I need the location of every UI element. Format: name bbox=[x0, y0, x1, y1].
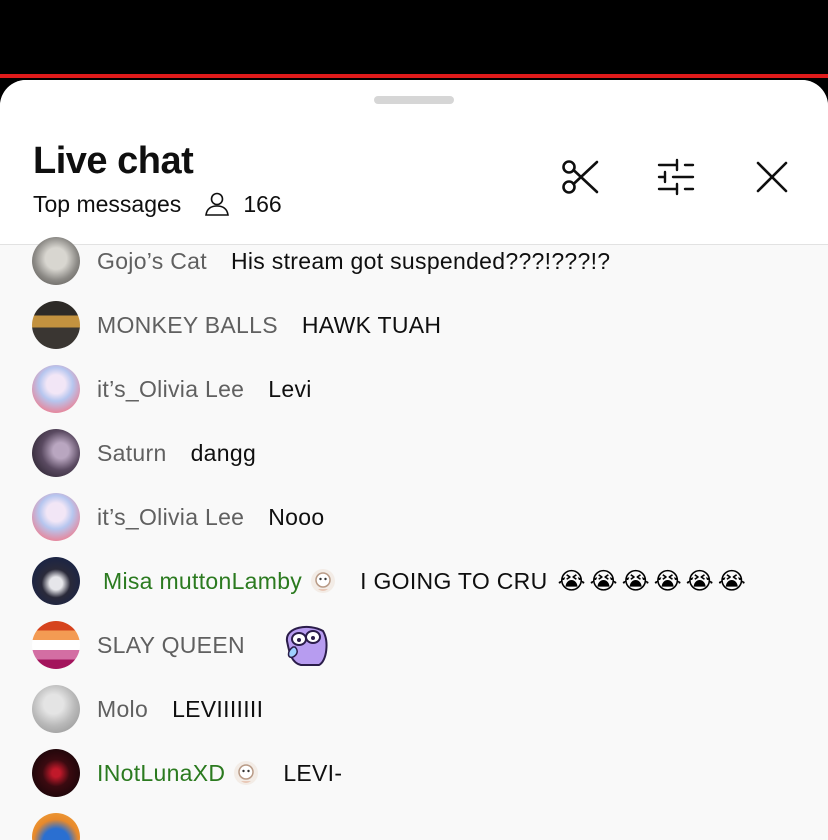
avatar[interactable] bbox=[32, 365, 80, 413]
chat-message[interactable]: Molo LEVIIIIIII bbox=[0, 685, 828, 733]
crying-emoji-icon: 😭 bbox=[653, 567, 682, 595]
crying-emoji-icon: 😭 bbox=[589, 567, 618, 595]
avatar[interactable] bbox=[32, 429, 80, 477]
sliders-icon bbox=[655, 156, 697, 203]
filter-button[interactable] bbox=[653, 156, 699, 202]
chat-message[interactable]: INotLunaXD LEVI- bbox=[0, 749, 828, 797]
message-text: dangg bbox=[190, 439, 257, 466]
video-progress-bar[interactable] bbox=[0, 74, 828, 78]
message-content: MONKEY BALLS HAWK TUAH bbox=[97, 312, 441, 339]
avatar[interactable] bbox=[32, 301, 80, 349]
message-text: Levi bbox=[268, 375, 312, 402]
avatar[interactable] bbox=[32, 621, 80, 669]
chat-message[interactable]: Gojo’s Cat His stream got suspended???!?… bbox=[0, 237, 828, 285]
chat-message[interactable]: Saturn dangg bbox=[0, 429, 828, 477]
message-content: it’s_Olivia Lee Nooo bbox=[97, 504, 324, 531]
crying-emoji-icon: 😭 bbox=[557, 567, 586, 595]
avatar[interactable] bbox=[32, 493, 80, 541]
crying-emoji-icon: 😭 bbox=[621, 567, 650, 595]
scissors-icon bbox=[559, 156, 601, 203]
author-name[interactable]: it’s_Olivia Lee bbox=[97, 504, 244, 531]
chat-message[interactable]: MONKEY BALLS HAWK TUAH bbox=[0, 301, 828, 349]
chat-message[interactable]: it’s_Olivia Lee Nooo bbox=[0, 493, 828, 541]
author-name[interactable]: it’s_Olivia Lee bbox=[97, 376, 244, 403]
avatar[interactable] bbox=[32, 749, 80, 797]
message-text: His stream got suspended???!???!? bbox=[230, 247, 611, 274]
chat-mode-label[interactable]: Top messages bbox=[33, 191, 181, 218]
chat-message[interactable]: SLAY QUEEN bbox=[0, 621, 828, 669]
video-player-area[interactable] bbox=[0, 0, 828, 80]
chat-message[interactable]: it’s_Olivia Lee Levi bbox=[0, 365, 828, 413]
sticker-icon bbox=[279, 619, 331, 671]
message-text: I GOING TO CRU bbox=[360, 567, 548, 594]
member-badge-icon bbox=[233, 760, 259, 786]
avatar[interactable] bbox=[32, 237, 80, 285]
live-chat-panel: Live chat Top messages 166 Gojo’s Cat Hi… bbox=[0, 80, 828, 840]
author-name[interactable]: Gojo’s Cat bbox=[97, 248, 207, 275]
chat-message-partial[interactable] bbox=[0, 813, 828, 840]
message-text: LEVIIIIIII bbox=[172, 695, 264, 722]
message-text: HAWK TUAH bbox=[301, 311, 442, 338]
message-content: INotLunaXD LEVI- bbox=[97, 760, 342, 787]
chat-header: Live chat Top messages 166 bbox=[0, 80, 828, 245]
chat-message[interactable]: Misa muttonLamby I GOING TO CRU 😭 😭 😭 😭 … bbox=[0, 557, 828, 605]
message-content: it’s_Olivia Lee Levi bbox=[97, 376, 312, 403]
author-name[interactable]: INotLunaXD bbox=[97, 760, 225, 787]
avatar[interactable] bbox=[32, 685, 80, 733]
member-badge-icon bbox=[310, 568, 336, 594]
message-content: Molo LEVIIIIIII bbox=[97, 696, 263, 723]
viewer-count: 166 bbox=[243, 190, 282, 217]
message-content: Saturn dangg bbox=[97, 440, 256, 467]
message-text: Nooo bbox=[268, 503, 325, 530]
avatar[interactable] bbox=[32, 813, 80, 840]
chat-mode-row[interactable]: Top messages 166 bbox=[33, 188, 282, 220]
person-icon bbox=[203, 190, 231, 218]
close-icon bbox=[752, 157, 792, 202]
chat-title: Live chat bbox=[33, 140, 194, 182]
author-name[interactable]: SLAY QUEEN bbox=[97, 632, 245, 659]
clip-button[interactable] bbox=[557, 156, 603, 202]
author-name[interactable]: Misa muttonLamby bbox=[103, 568, 302, 595]
drag-handle[interactable] bbox=[374, 96, 454, 104]
avatar[interactable] bbox=[32, 557, 80, 605]
close-button[interactable] bbox=[749, 156, 795, 202]
crying-emoji-icon: 😭 bbox=[717, 567, 746, 595]
author-name[interactable]: Saturn bbox=[97, 440, 167, 467]
message-content: Gojo’s Cat His stream got suspended???!?… bbox=[97, 248, 610, 275]
message-content: SLAY QUEEN bbox=[97, 619, 331, 671]
message-text: LEVI- bbox=[283, 759, 343, 786]
message-content: Misa muttonLamby I GOING TO CRU 😭 😭 😭 😭 … bbox=[103, 567, 746, 596]
crying-emoji-icon: 😭 bbox=[685, 567, 714, 595]
author-name[interactable]: MONKEY BALLS bbox=[97, 312, 278, 339]
author-name[interactable]: Molo bbox=[97, 696, 148, 723]
